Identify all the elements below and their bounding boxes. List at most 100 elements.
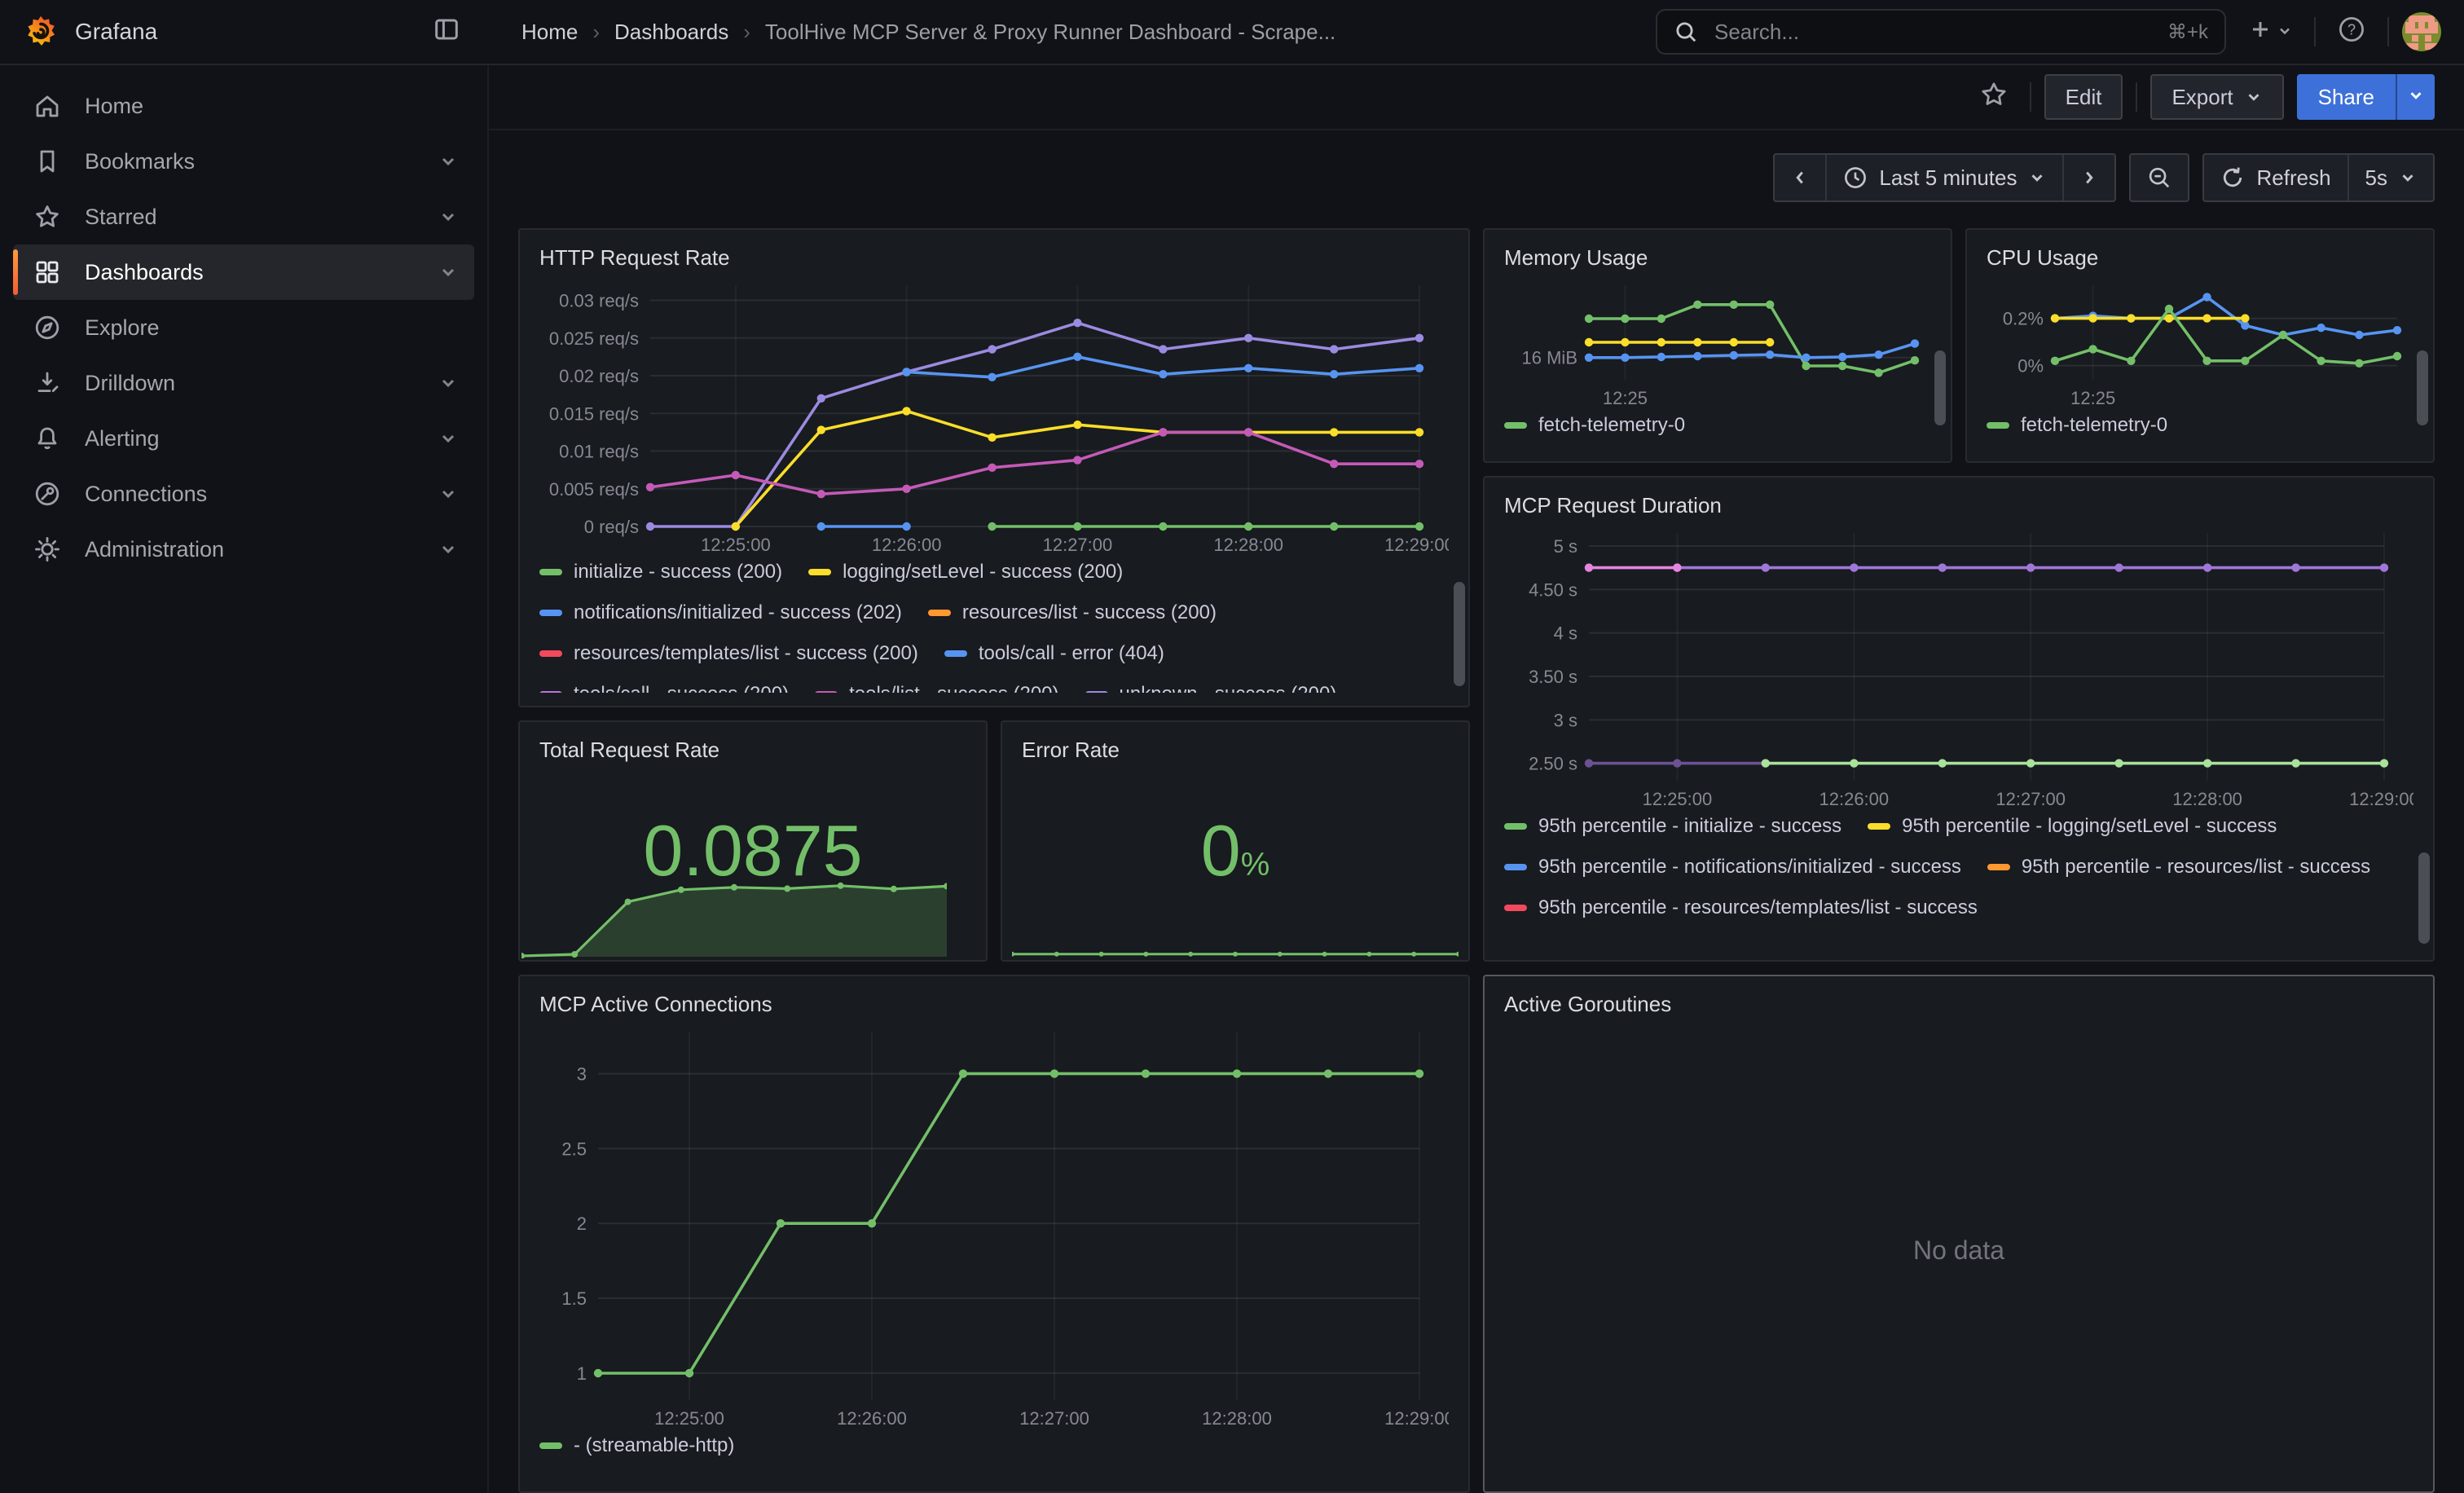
legend-label: initialize - success (200) <box>574 561 782 584</box>
refresh-button[interactable]: Refresh <box>2204 155 2347 200</box>
legend-item[interactable]: tools/call - error (404) <box>944 637 1164 670</box>
mega-menu-toggle-button[interactable] <box>424 9 469 55</box>
sidebar-item-label: Starred <box>85 205 157 230</box>
legend-item[interactable]: fetch-telemetry-0 <box>1504 409 1685 442</box>
breadcrumb-dashboards[interactable]: Dashboards <box>614 20 728 45</box>
legend-scrollbar[interactable] <box>1454 582 1465 686</box>
legend-item[interactable]: - (streamable-http) <box>539 1429 734 1462</box>
legend-scrollbar[interactable] <box>2418 852 2430 944</box>
chevron-down-icon[interactable] <box>438 429 458 448</box>
legend-color-swatch <box>808 569 831 575</box>
chevron-down-icon[interactable] <box>438 540 458 559</box>
breadcrumb-home[interactable]: Home <box>521 20 578 45</box>
search-box[interactable]: ⌘+k <box>1656 9 2226 55</box>
svg-text:12:26:00: 12:26:00 <box>872 535 942 555</box>
chevron-down-icon[interactable] <box>438 262 458 282</box>
sidebar-item-drilldown[interactable]: Drilldown <box>13 355 474 411</box>
legend-label: 95th percentile - resources/templates/li… <box>1538 896 1978 919</box>
panel-title[interactable]: MCP Request Duration <box>1504 487 2413 523</box>
sidebar-item-starred[interactable]: Starred <box>13 189 474 244</box>
new-button[interactable] <box>2239 9 2301 55</box>
home-icon <box>33 91 62 121</box>
legend-item[interactable]: 95th percentile - resources/templates/li… <box>1504 892 1978 924</box>
legend-item[interactable]: 95th percentile - notifications/initiali… <box>1504 851 1961 883</box>
sidebar-item-bookmarks[interactable]: Bookmarks <box>13 134 474 189</box>
edit-button[interactable]: Edit <box>2044 74 2123 120</box>
panel-title[interactable]: CPU Usage <box>1987 240 2413 275</box>
legend-item[interactable]: 95th percentile - logging/setLevel - suc… <box>1868 810 2277 843</box>
svg-text:12:28:00: 12:28:00 <box>2172 789 2242 809</box>
legend-scrollbar[interactable] <box>2417 350 2428 425</box>
refresh-group: Refresh 5s <box>2202 153 2435 202</box>
svg-text:0.03 req/s: 0.03 req/s <box>559 291 639 311</box>
panel-title[interactable]: MCP Active Connections <box>539 986 1449 1022</box>
share-menu-button[interactable] <box>2396 74 2435 120</box>
search-input[interactable] <box>1711 18 2154 46</box>
chevron-down-icon[interactable] <box>438 373 458 393</box>
panel-title[interactable]: HTTP Request Rate <box>539 240 1449 275</box>
svg-text:0.005 req/s: 0.005 req/s <box>549 479 639 500</box>
svg-text:1: 1 <box>577 1363 587 1384</box>
sidebar-item-alerting[interactable]: Alerting <box>13 411 474 466</box>
main-area: Edit Export Share <box>489 65 2464 1493</box>
legend-label: tools/call - success (200) <box>574 683 789 693</box>
legend-color-swatch <box>1085 691 1108 693</box>
panel-title[interactable]: Memory Usage <box>1504 240 1931 275</box>
sidebar-item-explore[interactable]: Explore <box>13 300 474 355</box>
brand[interactable]: Grafana <box>23 14 157 50</box>
legend-item[interactable]: tools/list - success (200) <box>815 678 1058 693</box>
svg-text:12:25: 12:25 <box>1603 388 1648 408</box>
time-shift-back-button[interactable] <box>1775 155 1825 200</box>
time-range-picker[interactable]: Last 5 minutes <box>1825 155 2062 200</box>
http-request-rate-legend: initialize - success (200) logging/setLev… <box>539 556 1449 693</box>
svg-text:1.5: 1.5 <box>561 1288 587 1309</box>
app-shell: Home Bookmarks Starred <box>0 65 2464 1493</box>
panel-total-request-rate: Total Request Rate 0.0875 <box>518 720 988 962</box>
legend-color-swatch <box>1504 864 1527 870</box>
resource-row: Memory Usage 16 MiB12:25 fetch-telemetry… <box>1483 228 2435 463</box>
time-range-group: Last 5 minutes <box>1773 153 2116 202</box>
sidebar-item-administration[interactable]: Administration <box>13 522 474 577</box>
legend-item[interactable]: resources/list - success (200) <box>928 597 1217 629</box>
divider <box>2136 82 2137 112</box>
refresh-interval-picker[interactable]: 5s <box>2347 155 2433 200</box>
sidebar-item-home[interactable]: Home <box>13 78 474 134</box>
panel-title[interactable]: Active Goroutines <box>1504 986 2413 1022</box>
user-avatar[interactable] <box>2402 12 2441 51</box>
sidebar-item-label: Connections <box>85 482 207 507</box>
refresh-interval-label: 5s <box>2365 165 2387 191</box>
legend-item[interactable]: 95th percentile - initialize - success <box>1504 810 1841 843</box>
chevron-down-icon[interactable] <box>438 484 458 504</box>
sidebar-item-connections[interactable]: Connections <box>13 466 474 522</box>
share-button[interactable]: Share <box>2297 74 2396 120</box>
export-button[interactable]: Export <box>2150 74 2283 120</box>
legend-item[interactable]: notifications/initialized - success (202… <box>539 597 902 629</box>
legend-item[interactable]: fetch-telemetry-0 <box>1987 409 2167 442</box>
export-button-label: Export <box>2171 85 2233 110</box>
zoom-out-button[interactable] <box>2131 155 2188 200</box>
chevron-down-icon[interactable] <box>438 152 458 171</box>
time-shift-forward-button[interactable] <box>2062 155 2114 200</box>
favorite-button[interactable] <box>1971 74 2017 120</box>
svg-text:12:29:00: 12:29:00 <box>1384 535 1449 555</box>
chevron-down-icon[interactable] <box>438 207 458 227</box>
legend-color-swatch <box>1868 823 1890 830</box>
svg-text:3 s: 3 s <box>1554 710 1577 730</box>
legend-label: unknown - success (200) <box>1120 683 1337 693</box>
svg-text:12:25:00: 12:25:00 <box>701 535 771 555</box>
legend-item[interactable]: tools/call - success (200) <box>539 678 789 693</box>
refresh-icon <box>2220 165 2245 190</box>
sidebar-item-label: Administration <box>85 537 224 562</box>
legend-scrollbar[interactable] <box>1934 350 1946 425</box>
panel-title[interactable]: Error Rate <box>1022 732 1449 768</box>
divider <box>2314 17 2316 46</box>
legend-item[interactable]: unknown - success (200) <box>1085 678 1337 693</box>
legend-item[interactable]: logging/setLevel - success (200) <box>808 556 1123 588</box>
dashboards-grid-icon <box>33 258 62 287</box>
sidebar-item-dashboards[interactable]: Dashboards <box>13 244 474 300</box>
legend-item[interactable]: initialize - success (200) <box>539 556 782 588</box>
legend-item[interactable]: 95th percentile - resources/list - succe… <box>1987 851 2370 883</box>
help-button[interactable]: ? <box>2329 9 2374 55</box>
panel-title[interactable]: Total Request Rate <box>539 732 966 768</box>
legend-item[interactable]: resources/templates/list - success (200) <box>539 637 918 670</box>
